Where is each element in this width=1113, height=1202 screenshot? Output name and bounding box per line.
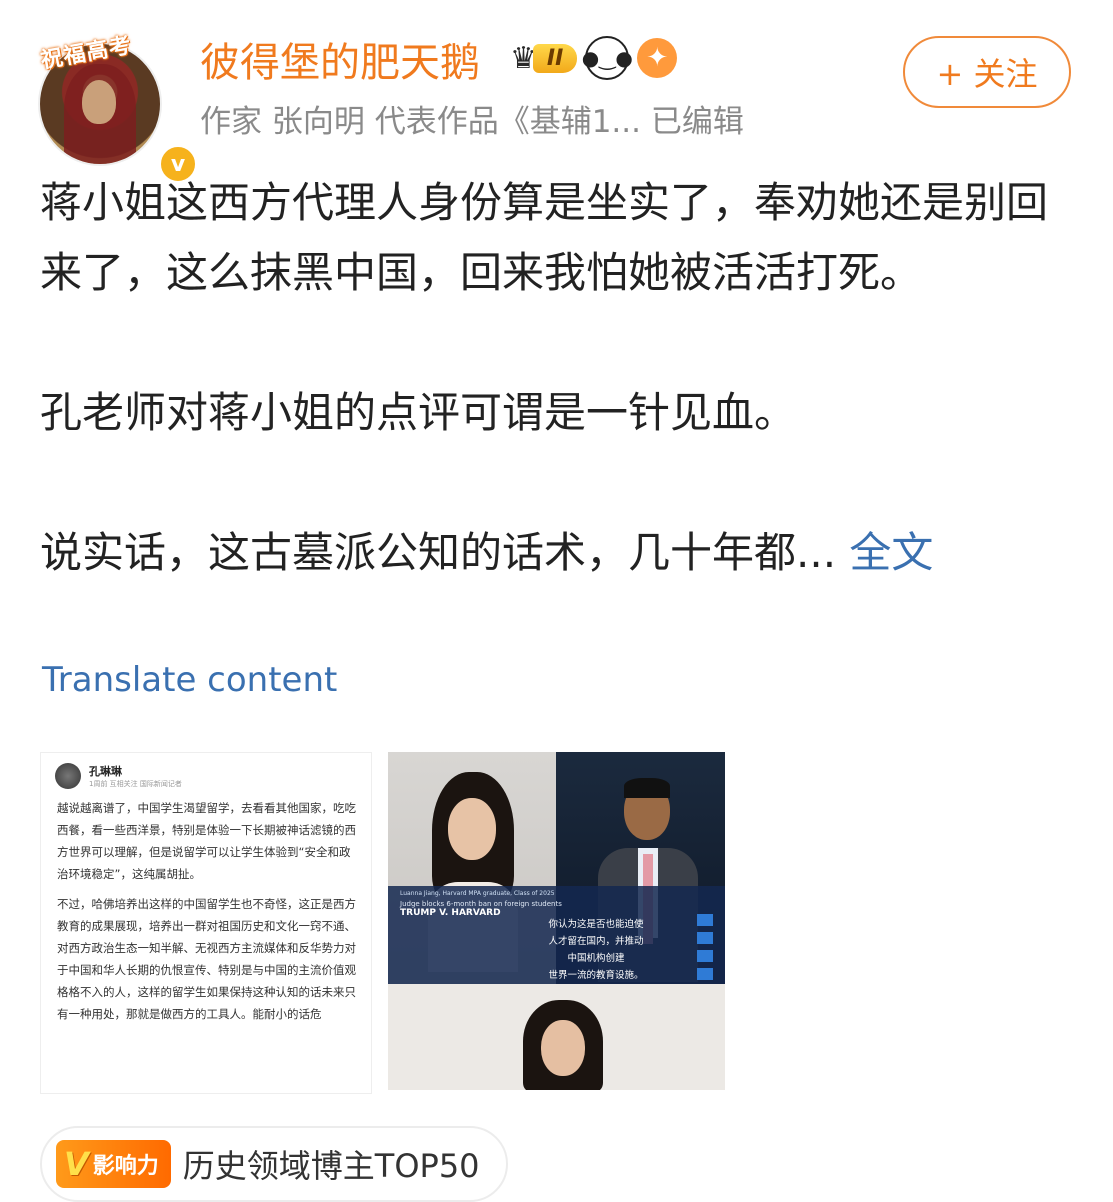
quoted-meta: 1周前 互相关注 国际新闻记者 bbox=[89, 780, 182, 788]
subtitle-line: 世界一流的教育设施。 bbox=[548, 970, 644, 981]
video-subtitles: 你认为这是否也能迫使 人才留在国内，并推动 中国机构创建 世界一流的教育设施。 bbox=[506, 916, 686, 984]
level-badge[interactable]: ♛ II bbox=[510, 38, 578, 78]
post-paragraph-3: 说实话，这古墓派公知的话术，几十年都... 全文 bbox=[40, 518, 1070, 588]
subtitle-line: 中国机构创建 bbox=[567, 953, 625, 964]
user-bio[interactable]: 作家 张向明 代表作品《基辅1... 已编辑 bbox=[200, 96, 744, 141]
quoted-author: 孔琳琳 bbox=[89, 765, 122, 778]
interviewee-closeup-figure bbox=[523, 1000, 603, 1090]
caption-sub: Judge blocks 6-month ban on foreign stud… bbox=[400, 900, 562, 908]
post-paragraph-2: 孔老师对蒋小姐的点评可谓是一针见血。 bbox=[40, 388, 797, 437]
post-image-2[interactable]: Luanna Jiang, Harvard MPA graduate, Clas… bbox=[388, 752, 725, 1090]
influence-label: 历史领域博主TOP50 bbox=[182, 1147, 480, 1185]
caption-title: TRUMP V. HARVARD bbox=[400, 908, 501, 918]
panda-icon[interactable]: ●‿● bbox=[582, 36, 633, 80]
avatar-face bbox=[82, 80, 116, 124]
post-text: 蒋小姐这西方代理人身份算是坐实了，奉劝她还是别回来了，这么抹黑中国，回来我怕她被… bbox=[40, 168, 1070, 588]
quoted-paragraph-2: 不过，哈佛培养出这样的中国留学生也不奇怪，这正是西方教育的成果展现，培养出一群对… bbox=[57, 897, 356, 1021]
influence-badge: V 影响力 bbox=[56, 1140, 171, 1188]
news-lower-third: Luanna Jiang, Harvard MPA graduate, Clas… bbox=[388, 886, 725, 984]
fish-icon[interactable]: ✦ bbox=[637, 38, 678, 78]
influence-v-icon: V bbox=[64, 1145, 89, 1183]
follow-button[interactable]: + 关注 bbox=[903, 36, 1071, 108]
level-badge-label: II bbox=[532, 43, 578, 73]
quoted-text: 越说越离谱了，中国学生渴望留学，去看看其他国家，吃吃西餐，看一些西洋景，特别是体… bbox=[41, 793, 371, 1025]
avatar[interactable]: 祝福高考 v bbox=[38, 33, 198, 184]
translate-link[interactable]: Translate content bbox=[42, 660, 337, 700]
subtitle-line: 人才留在国内，并推动 bbox=[548, 936, 644, 947]
post-paragraph-3-text: 说实话，这古墓派公知的话术，几十年都... bbox=[40, 528, 837, 577]
user-badges: ♛ II ●‿● ✦ bbox=[510, 36, 678, 80]
quoted-paragraph-1: 越说越离谱了，中国学生渴望留学，去看看其他国家，吃吃西餐，看一些西洋景，特别是体… bbox=[57, 801, 356, 881]
full-text-link[interactable]: 全文 bbox=[849, 528, 933, 577]
post-image-1[interactable]: 孔琳琳 1周前 互相关注 国际新闻记者 越说越离谱了，中国学生渴望留学，去看看其… bbox=[40, 752, 372, 1094]
username[interactable]: 彼得堡的肥天鹅 bbox=[200, 30, 480, 88]
post-paragraph-1: 蒋小姐这西方代理人身份算是坐实了，奉劝她还是别回来了，这么抹黑中国，回来我怕她被… bbox=[40, 178, 1049, 297]
influence-badge-text: 影响力 bbox=[92, 1154, 159, 1179]
quoted-post-header: 孔琳琳 1周前 互相关注 国际新闻记者 bbox=[41, 753, 371, 793]
caption-name: Luanna Jiang, Harvard MPA graduate, Clas… bbox=[400, 890, 555, 897]
subtitle-line: 你认为这是否也能迫使 bbox=[548, 919, 644, 930]
channel-tags bbox=[697, 914, 713, 980]
influence-tag[interactable]: V 影响力 历史领域博主TOP50 bbox=[40, 1126, 508, 1202]
quoted-avatar bbox=[55, 763, 81, 789]
